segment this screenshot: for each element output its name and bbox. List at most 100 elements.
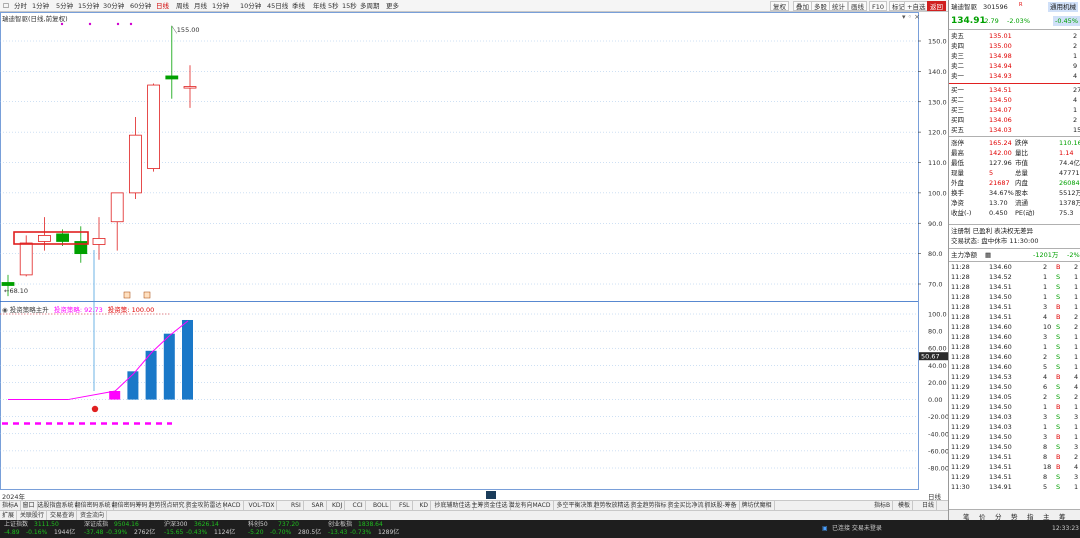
- bid-volume: 1: [1073, 106, 1078, 114]
- index-name[interactable]: 深证成指: [84, 521, 108, 529]
- tick-side: S: [1056, 473, 1061, 481]
- tick-row: 11:28 134.50 1 S 1: [949, 292, 1080, 302]
- bid-volume: 27: [1073, 86, 1080, 94]
- period-tab[interactable]: 1分钟: [212, 1, 229, 11]
- tick-price: 134.60: [989, 323, 1012, 331]
- tick-row: 11:29 134.50 6 S 4: [949, 382, 1080, 392]
- toolbar-button[interactable]: 画线: [848, 1, 867, 11]
- panel-tab[interactable]: 筹: [1059, 511, 1066, 521]
- period-tab[interactable]: 周线: [176, 1, 189, 11]
- kline-chart[interactable]: 150.0 140.0 130.0 120.0 110.0 100.0 90.0 80.0 70…: [0, 12, 948, 490]
- panel-tab[interactable]: 价: [979, 511, 986, 521]
- period-tab[interactable]: 60分钟: [130, 1, 151, 11]
- index-change: -13.43: [328, 529, 348, 536]
- period-tab[interactable]: 10分钟: [240, 1, 261, 11]
- indicator-gear-icon[interactable]: ◉: [2, 306, 10, 314]
- toolbar-button[interactable]: 叠加: [793, 1, 812, 11]
- tick-time: 11:28: [951, 293, 970, 301]
- sector-name[interactable]: 通用机械: [1048, 2, 1078, 12]
- tick-price: 134.60: [989, 343, 1012, 351]
- candle: [19, 235, 33, 277]
- period-tab[interactable]: 30分钟: [103, 1, 124, 11]
- stat-row: 外盘 21687 内盘 26084: [949, 178, 1080, 188]
- tick-count: 2: [1074, 263, 1079, 271]
- stat-row: 收益(-) 0.450 PE(动) 75.3: [949, 208, 1080, 218]
- period-tab[interactable]: 15秒: [342, 1, 357, 11]
- bid-row: 买一 134.51 27: [949, 85, 1080, 95]
- ask-label: 卖一: [951, 72, 964, 80]
- menu-icon[interactable]: ☐: [3, 1, 9, 11]
- candle: [38, 217, 51, 251]
- toolbar-button[interactable]: 返回: [927, 1, 946, 11]
- panel-tab[interactable]: 主: [1043, 511, 1050, 521]
- trade-status: 交易状态: 盘中休市 11:30:00: [951, 237, 1039, 245]
- period-tab[interactable]: 5秒: [328, 1, 339, 11]
- index-name[interactable]: 上证指数: [4, 521, 28, 529]
- tick-count: 4: [1074, 383, 1079, 391]
- stat-value: 34.67%: [989, 189, 1014, 197]
- toolbar-button[interactable]: +自选: [904, 1, 929, 11]
- indicator-tick: 40.00: [928, 362, 947, 370]
- ask-label: 卖五: [951, 32, 964, 40]
- index-name[interactable]: 创业板指: [328, 521, 352, 529]
- connect-status[interactable]: 已连接 交易未登录: [832, 525, 882, 533]
- tick-row: 11:28 134.51 4 B 2: [949, 312, 1080, 322]
- tick-side: S: [1056, 283, 1061, 291]
- price-pct: -2.03%: [1007, 17, 1030, 25]
- index-amount: 2762亿: [134, 529, 156, 536]
- bid-row: 买二 134.50 4: [949, 95, 1080, 105]
- panel-tab[interactable]: 指: [1027, 511, 1034, 521]
- ask-price: 134.98: [989, 52, 1012, 60]
- stat-label: 外盘: [951, 179, 964, 187]
- axis-period-label: 日线: [928, 493, 941, 501]
- index-name[interactable]: 沪深300: [164, 521, 187, 529]
- tick-count: 3: [1074, 413, 1079, 421]
- tick-time: 11:28: [951, 353, 970, 361]
- low-label: ←68.10: [4, 287, 28, 295]
- index-name[interactable]: 科创50: [248, 521, 268, 529]
- indicator-v2: 100.00: [131, 306, 155, 314]
- stat-label: 跌停: [1015, 139, 1028, 147]
- period-tab[interactable]: 更多: [386, 1, 399, 11]
- period-tab[interactable]: 日线: [156, 1, 169, 11]
- period-tab[interactable]: 45日线: [267, 1, 288, 11]
- indicator-legend: ◉ 投资策略主升 投资策略: 92.73 投资策: 100.00: [2, 304, 154, 314]
- period-tab[interactable]: 季线: [292, 1, 305, 11]
- tick-time: 11:28: [951, 303, 970, 311]
- chart-settings-icon[interactable]: ▾ ◦ ×: [902, 13, 920, 21]
- period-tab[interactable]: 年线: [313, 1, 326, 11]
- bid-row: 买五 134.03 15: [949, 125, 1080, 135]
- period-toolbar: ☐ 分时 1分钟 5分钟 15分钟 30分钟 60分钟 日线 周线 月线 1分钟 10分钟 45日线 季线…: [0, 0, 948, 12]
- index-amount: 1944亿: [54, 529, 76, 536]
- ask-label: 卖二: [951, 62, 964, 70]
- scroll-thumb[interactable]: [486, 491, 496, 499]
- stat-value: 21687: [989, 179, 1010, 187]
- panel-tab[interactable]: 笔: [963, 511, 970, 521]
- toolbar-button[interactable]: 多股: [811, 1, 830, 11]
- period-tab[interactable]: 月线: [194, 1, 207, 11]
- toolbar-button[interactable]: 统计: [829, 1, 848, 11]
- panel-tab[interactable]: 分: [995, 511, 1002, 521]
- stat-value: 142.00: [989, 149, 1012, 157]
- tick-count: 1: [1074, 293, 1079, 301]
- period-tab[interactable]: 5分钟: [56, 1, 73, 11]
- indicator-v2-label: 投资策:: [107, 306, 130, 314]
- price-tick: 80.0: [928, 250, 942, 258]
- stat-label: 最低: [951, 159, 964, 167]
- tick-row: 11:28 134.60 3 S 1: [949, 332, 1080, 342]
- period-tab[interactable]: 分时: [14, 1, 27, 11]
- period-tab[interactable]: 多周期: [360, 1, 380, 11]
- toolbar-button[interactable]: 复权: [770, 1, 789, 11]
- tick-volume: 4: [1043, 373, 1048, 381]
- flow-chart-icon[interactable]: ▦: [985, 250, 991, 260]
- tick-time: 11:29: [951, 373, 970, 381]
- panel-tab[interactable]: 势: [1011, 511, 1018, 521]
- bid-row: 买四 134.06 2: [949, 115, 1080, 125]
- tick-side: B: [1056, 433, 1061, 441]
- candle: [183, 65, 197, 108]
- period-tab[interactable]: 15分钟: [78, 1, 99, 11]
- period-tab[interactable]: 1分钟: [32, 1, 49, 11]
- stat-value: 74.4亿: [1059, 159, 1080, 167]
- toolbar-button[interactable]: F10: [869, 1, 888, 11]
- price-tick: 90.0: [928, 220, 942, 228]
